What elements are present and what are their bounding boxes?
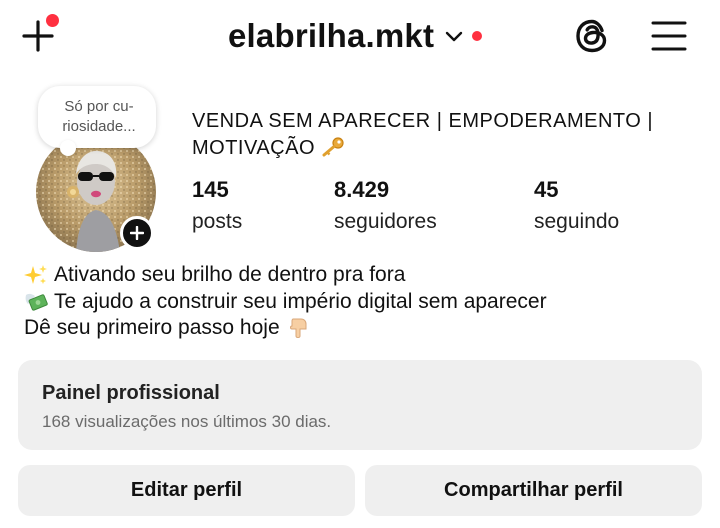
professional-dashboard[interactable]: Painel profissional 168 visualizações no… (18, 360, 702, 450)
posts-label: posts (192, 210, 243, 233)
notification-dot (46, 14, 59, 27)
money-with-wings-emoji (25, 293, 48, 311)
edit-profile-button[interactable]: Editar perfil (18, 465, 355, 516)
key-emoji (322, 137, 344, 157)
profile-username: elabrilha.mkt (228, 17, 435, 54)
bio-line-text: Dê seu primeiro passo hoje (24, 316, 280, 339)
following-label: seguindo (534, 210, 620, 233)
panel-subtitle: 168 visualizações nos últimos 30 dias. (42, 412, 332, 431)
profile-bio: Ativando seu brilho de dentro pra fora T… (24, 262, 704, 342)
share-profile-button[interactable]: Compartilhar perfil (365, 465, 702, 516)
top-bar: elabrilha.mkt (0, 0, 720, 72)
chevron-down-icon (445, 31, 463, 42)
followers-label: seguidores (334, 210, 437, 233)
profile-note-text: Só por cu-riosidade... (62, 98, 136, 135)
posts-count: 145 (192, 177, 229, 202)
bio-line: Ativando seu brilho de dentro pra fora (24, 262, 704, 289)
menu-button[interactable] (650, 18, 688, 54)
profile-display-name: VENDA SEM APARECER | EMPODERAMENTO | MOT… (192, 108, 692, 162)
stat-posts[interactable]: 145 posts (192, 176, 242, 236)
bio-line: Te ajudo a construir seu império digital… (24, 289, 704, 316)
panel-title: Painel profissional (42, 382, 220, 404)
profile-avatar-area (36, 132, 156, 252)
new-post-button[interactable] (18, 14, 62, 58)
sparkles-emoji (24, 265, 47, 285)
add-story-button[interactable] (120, 216, 154, 250)
stat-followers[interactable]: 8.429 seguidores (334, 176, 437, 236)
account-switcher[interactable]: elabrilha.mkt (228, 14, 483, 58)
notification-dot (472, 31, 483, 41)
following-count: 45 (534, 177, 559, 202)
followers-count: 8.429 (334, 177, 390, 202)
point-down-emoji (289, 318, 307, 339)
bio-line-text: Ativando seu brilho de dentro pra fora (54, 263, 406, 286)
bio-line: Dê seu primeiro passo hoje (24, 315, 704, 342)
stat-following[interactable]: 45 seguindo (534, 176, 619, 236)
bio-line-text: Te ajudo a construir seu império digital… (54, 289, 547, 313)
hamburger-menu-icon (651, 21, 687, 51)
plus-icon (130, 226, 144, 240)
threads-button[interactable] (572, 16, 612, 56)
display-name-text: VENDA SEM APARECER | EMPODERAMENTO | MOT… (192, 110, 654, 159)
threads-icon (576, 19, 607, 53)
profile-note[interactable]: Só por cu-riosidade... (38, 86, 156, 156)
